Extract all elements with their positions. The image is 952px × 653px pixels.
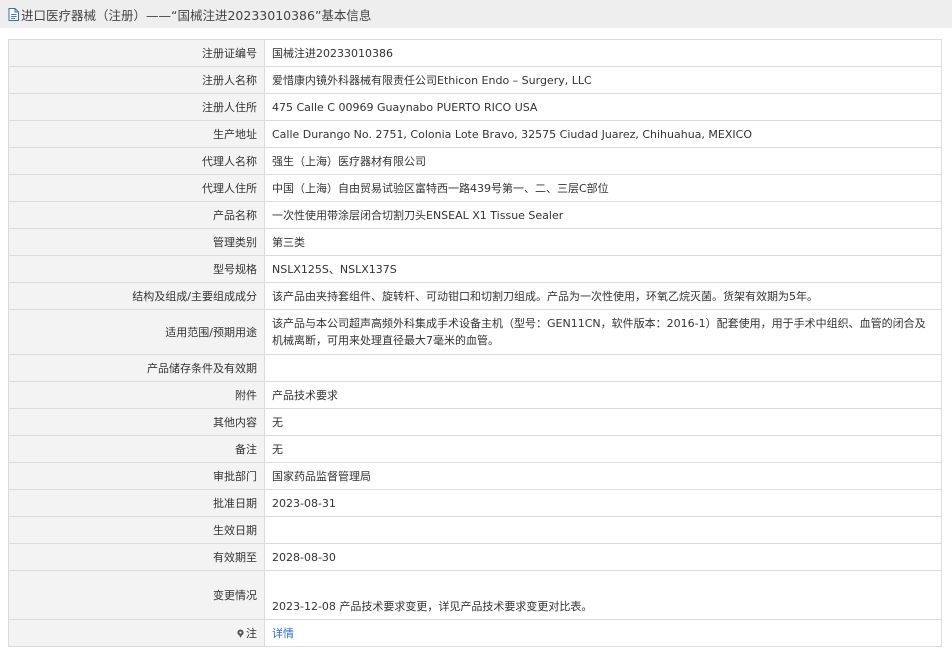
table-row: 产品储存条件及有效期 (8, 354, 942, 382)
row-label: 注册人名称 (8, 66, 265, 94)
row-label: 注册人住所 (8, 93, 265, 121)
table-row: 审批部门 国家药品监督管理局 (8, 462, 942, 490)
table-row: 备注无 (8, 435, 942, 463)
note-label-cell: 注 (8, 619, 265, 647)
row-value: 第三类 (264, 228, 942, 256)
pin-icon (237, 629, 244, 638)
table-row: 产品名称 一次性使用带涂层闭合切割刀头ENSEAL X1 Tissue Seale… (8, 201, 942, 229)
row-label: 产品名称 (8, 201, 265, 229)
row-label: 其他内容 (8, 408, 265, 436)
page-title: 进口医疗器械（注册）——“国械注进20233010386”基本信息 (21, 7, 372, 23)
details-link[interactable]: 详情 (272, 627, 294, 640)
row-value: 无 (264, 435, 942, 463)
table-row: 批准日期 2023-08-31 (8, 489, 942, 517)
row-label: 审批部门 (8, 462, 265, 490)
table-row: 生产地址 Calle Durango No. 2751, Colonia Lote… (8, 120, 942, 148)
row-value: 无 (264, 408, 942, 436)
table-row: 型号规格 NSLX125S、NSLX137S (8, 255, 942, 283)
row-value: NSLX125S、NSLX137S (264, 255, 942, 283)
row-value: Calle Durango No. 2751, Colonia Lote Bra… (264, 120, 942, 148)
row-label: 备注 (8, 435, 265, 463)
row-value: 国械注进20233010386 (264, 39, 942, 67)
row-value: 强生（上海）医疗器材有限公司 (264, 147, 942, 175)
row-label: 适用范围/预期用途 (8, 309, 265, 355)
row-value: 中国（上海）自由贸易试验区富特西一路439号第一、二、三层C部位 (264, 174, 942, 202)
row-label: 产品储存条件及有效期 (8, 354, 265, 382)
row-label: 注册证编号 (8, 39, 265, 67)
row-value: 该产品由夹持套组件、旋转杆、可动钳口和切割刀组成。产品为一次性使用，环氧乙烷灭菌… (264, 282, 942, 310)
row-value (264, 516, 942, 544)
note-row: 注 详情 (8, 619, 942, 647)
note-value-cell: 详情 (264, 619, 942, 647)
row-label: 生效日期 (8, 516, 265, 544)
row-value: 2028-08-30 (264, 543, 942, 571)
row-value: 一次性使用带涂层闭合切割刀头ENSEAL X1 Tissue Sealer (264, 201, 942, 229)
info-table: 注册证编号 国械注进20233010386 注册人名称 爱惜康内镜外科器械有限责任公… (8, 39, 942, 647)
table-row: 适用范围/预期用途 该产品与本公司超声高频外科集成手术设备主机（型号：GEN11C… (8, 309, 942, 355)
row-label: 代理人住所 (8, 174, 265, 202)
row-value: 475 Calle C 00969 Guaynabo PUERTO RICO U… (264, 93, 942, 121)
row-label: 附件 (8, 381, 265, 409)
table-row: 变更情况 2023-12-08 产品技术要求变更，详见产品技术要求变更对比表。 (8, 570, 942, 620)
row-label: 变更情况 (8, 570, 265, 620)
table-row: 注册证编号 国械注进20233010386 (8, 39, 942, 67)
row-label: 有效期至 (8, 543, 265, 571)
row-label: 型号规格 (8, 255, 265, 283)
table-row: 管理类别 第三类 (8, 228, 942, 256)
page-header: 进口医疗器械（注册）——“国械注进20233010386”基本信息 (0, 0, 952, 28)
table-row: 其他内容无 (8, 408, 942, 436)
table-row: 生效日期 (8, 516, 942, 544)
row-value: 国家药品监督管理局 (264, 462, 942, 490)
table-row: 有效期至 2028-08-30 (8, 543, 942, 571)
row-value: 产品技术要求 (264, 381, 942, 409)
table-row: 代理人住所 中国（上海）自由贸易试验区富特西一路439号第一、二、三层C部位 (8, 174, 942, 202)
row-value: 2023-08-31 (264, 489, 942, 517)
row-label: 代理人名称 (8, 147, 265, 175)
table-row: 结构及组成/主要组成成分 该产品由夹持套组件、旋转杆、可动钳口和切割刀组成。产品为… (8, 282, 942, 310)
row-label: 生产地址 (8, 120, 265, 148)
note-label: 注 (246, 627, 257, 640)
row-label: 批准日期 (8, 489, 265, 517)
row-label: 结构及组成/主要组成成分 (8, 282, 265, 310)
row-value (264, 354, 942, 382)
table-row: 注册人住所 475 Calle C 00969 Guaynabo PUERTO R… (8, 93, 942, 121)
row-value: 该产品与本公司超声高频外科集成手术设备主机（型号：GEN11CN，软件版本：20… (264, 309, 942, 355)
table-row: 代理人名称 强生（上海）医疗器材有限公司 (8, 147, 942, 175)
table-row: 附件 产品技术要求 (8, 381, 942, 409)
document-icon (8, 7, 19, 21)
row-value: 2023-12-08 产品技术要求变更，详见产品技术要求变更对比表。 (264, 570, 942, 620)
row-label: 管理类别 (8, 228, 265, 256)
table-row: 注册人名称 爱惜康内镜外科器械有限责任公司Ethicon Endo – Surge… (8, 66, 942, 94)
row-value: 爱惜康内镜外科器械有限责任公司Ethicon Endo – Surgery, L… (264, 66, 942, 94)
